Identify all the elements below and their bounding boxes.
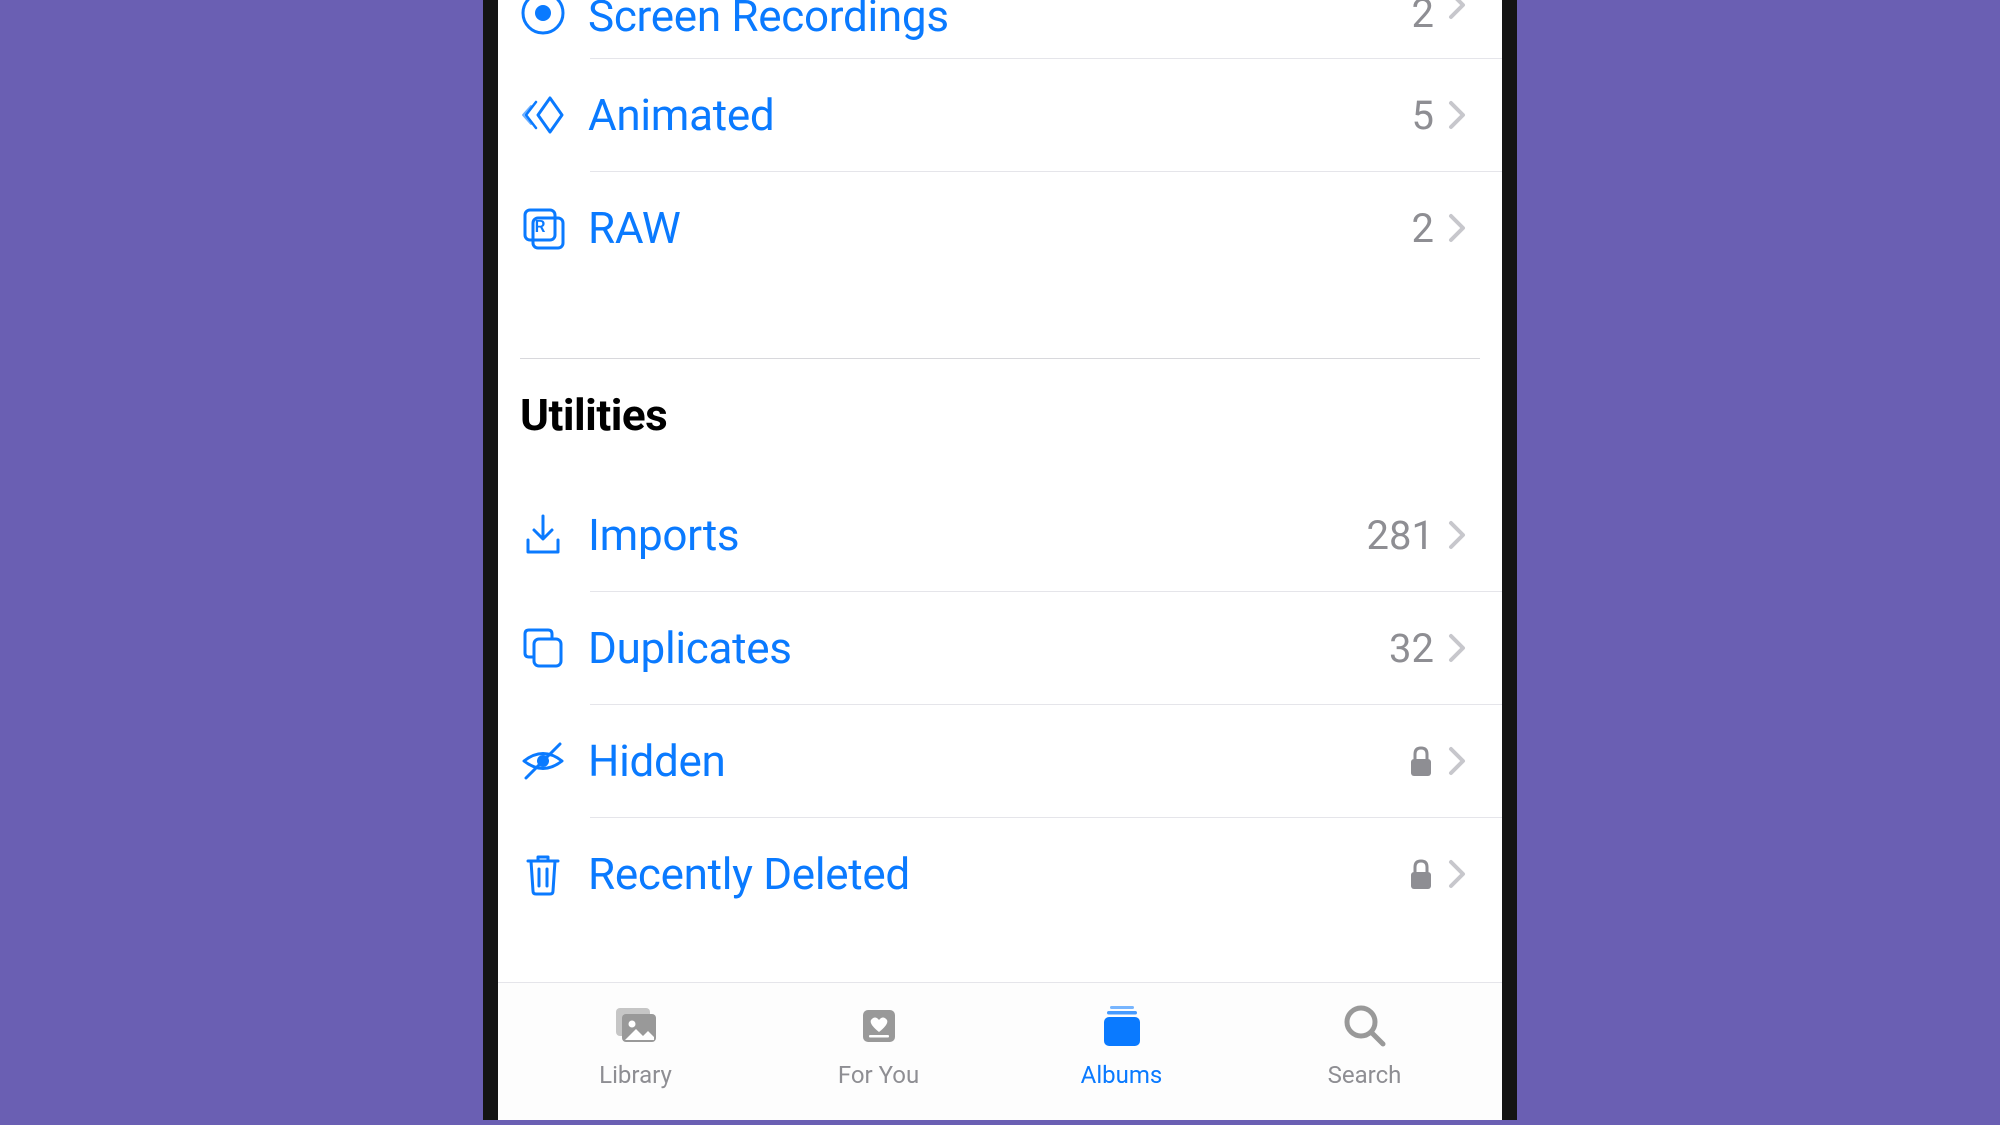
library-icon <box>610 999 662 1053</box>
row-label: RAW <box>588 202 1412 254</box>
tab-label: For You <box>838 1061 919 1089</box>
tab-search[interactable]: Search <box>1243 999 1486 1089</box>
lock-icon <box>1408 858 1434 890</box>
tab-for-you[interactable]: For You <box>757 999 1000 1089</box>
utilities-header: Utilities <box>498 359 1502 479</box>
tab-library[interactable]: Library <box>514 999 757 1089</box>
row-label: Recently Deleted <box>588 848 1408 900</box>
record-icon <box>520 0 588 36</box>
raw-icon: R <box>520 205 588 251</box>
chevron-right-icon <box>1448 100 1466 130</box>
row-count: 281 <box>1367 512 1434 559</box>
row-hidden[interactable]: Hidden <box>498 705 1502 817</box>
device-frame: Screen Recordings 2 Animated 5 <box>483 0 1517 1120</box>
row-label: Screen Recordings <box>588 0 1412 42</box>
tab-label: Library <box>599 1061 672 1089</box>
row-label: Hidden <box>588 735 1408 787</box>
row-label: Duplicates <box>588 622 1389 674</box>
row-count: 2 <box>1412 0 1434 37</box>
row-label: Animated <box>588 89 1412 141</box>
chevron-right-icon <box>1448 0 1466 20</box>
row-recently-deleted[interactable]: Recently Deleted <box>498 818 1502 930</box>
chevron-right-icon <box>1448 520 1466 550</box>
row-count: 32 <box>1389 625 1434 672</box>
duplicates-icon <box>520 625 588 671</box>
tab-label: Albums <box>1081 1061 1163 1089</box>
row-raw[interactable]: R RAW 2 <box>498 172 1502 284</box>
trash-icon <box>520 851 588 897</box>
animated-icon <box>520 92 588 138</box>
chevron-right-icon <box>1448 213 1466 243</box>
chevron-right-icon <box>1448 746 1466 776</box>
search-icon <box>1339 999 1391 1053</box>
row-screen-recordings[interactable]: Screen Recordings 2 <box>498 0 1502 58</box>
section-gap <box>498 284 1502 358</box>
lock-icon <box>1408 745 1434 777</box>
chevron-right-icon <box>1448 859 1466 889</box>
chevron-right-icon <box>1448 633 1466 663</box>
tab-bar: Library For You <box>498 982 1502 1120</box>
tab-albums[interactable]: Albums <box>1000 999 1243 1089</box>
for-you-icon <box>853 999 905 1053</box>
row-label: Imports <box>588 509 1367 561</box>
row-count: 5 <box>1412 92 1434 139</box>
tab-label: Search <box>1328 1061 1402 1089</box>
photos-app-screen: Screen Recordings 2 Animated 5 <box>498 0 1502 1120</box>
row-count: 2 <box>1412 205 1434 252</box>
import-icon <box>520 512 588 558</box>
row-animated[interactable]: Animated 5 <box>498 59 1502 171</box>
svg-text:R: R <box>535 217 546 237</box>
albums-icon <box>1096 999 1148 1053</box>
albums-content: Screen Recordings 2 Animated 5 <box>498 0 1502 982</box>
row-imports[interactable]: Imports 281 <box>498 479 1502 591</box>
hidden-icon <box>520 738 588 784</box>
row-duplicates[interactable]: Duplicates 32 <box>498 592 1502 704</box>
